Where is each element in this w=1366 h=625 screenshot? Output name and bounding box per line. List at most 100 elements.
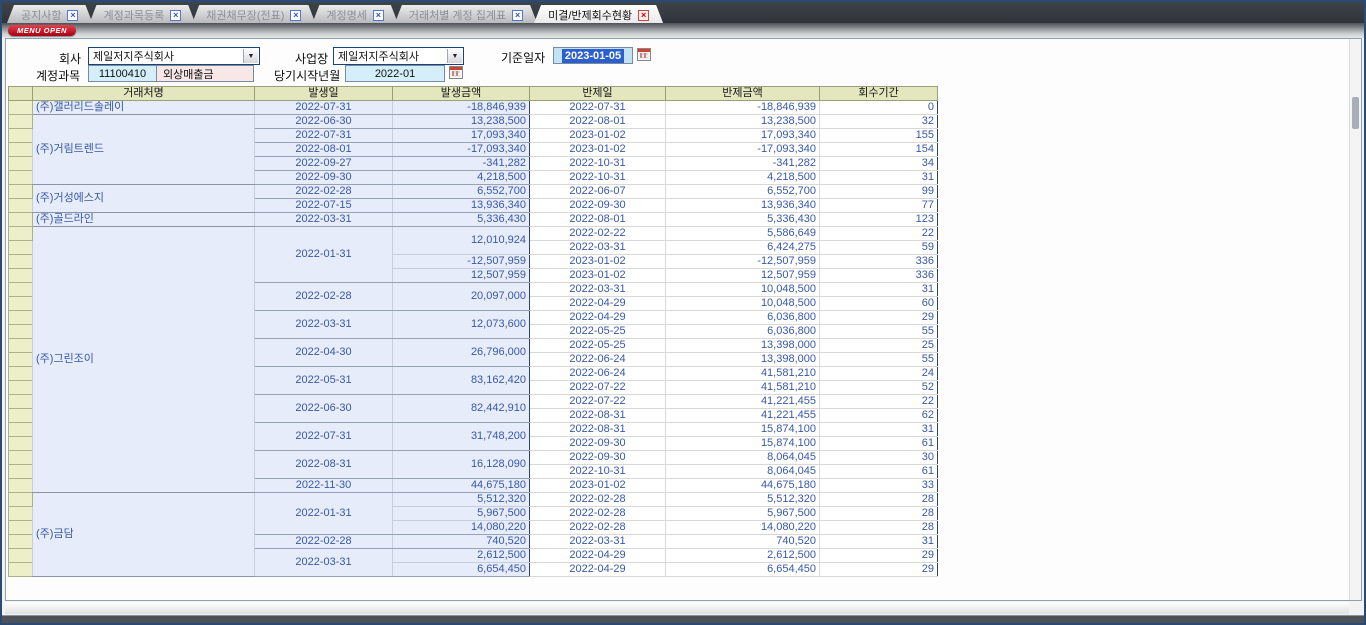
vertical-scrollbar-thumb[interactable] [1352, 97, 1359, 129]
row-selector[interactable] [9, 143, 33, 157]
settle-amount-cell[interactable]: 740,520 [666, 535, 820, 549]
tab-공지사항[interactable]: 공지사항× [7, 5, 92, 23]
occur-date-cell[interactable]: 2022-07-31 [255, 423, 393, 451]
settle-date-cell[interactable]: 2022-02-28 [530, 507, 666, 521]
settle-date-cell[interactable]: 2022-08-31 [530, 423, 666, 437]
row-selector[interactable] [9, 269, 33, 283]
settle-amount-cell[interactable]: 44,675,180 [666, 479, 820, 493]
settle-amount-cell[interactable]: 5,586,649 [666, 227, 820, 241]
row-selector[interactable] [9, 367, 33, 381]
settle-date-cell[interactable]: 2022-08-01 [530, 115, 666, 129]
calendar-icon[interactable] [449, 66, 463, 79]
settle-amount-cell[interactable]: 2,612,500 [666, 549, 820, 563]
occur-date-cell[interactable]: 2022-07-31 [255, 129, 393, 143]
row-selector[interactable] [9, 423, 33, 437]
account-code-field[interactable]: 11100410 [88, 65, 157, 82]
occur-amount-cell[interactable]: 83,162,420 [393, 367, 530, 395]
occur-date-cell[interactable]: 2022-09-30 [255, 171, 393, 185]
occur-amount-cell[interactable]: -341,282 [393, 157, 530, 171]
settle-date-cell[interactable]: 2022-09-30 [530, 437, 666, 451]
settle-amount-cell[interactable]: 13,398,000 [666, 353, 820, 367]
settle-date-cell[interactable]: 2022-06-24 [530, 367, 666, 381]
occur-amount-cell[interactable]: 31,748,200 [393, 423, 530, 451]
collect-days-cell[interactable]: 30 [820, 451, 938, 465]
close-icon[interactable]: × [638, 10, 649, 21]
occur-amount-cell[interactable]: 2,612,500 [393, 549, 530, 563]
collect-days-cell[interactable]: 29 [820, 563, 938, 577]
occur-date-cell[interactable]: 2022-05-31 [255, 367, 393, 395]
settle-date-cell[interactable]: 2022-08-31 [530, 409, 666, 423]
row-selector[interactable] [9, 479, 33, 493]
column-header-회수기간[interactable]: 회수기간 [820, 87, 938, 101]
collect-days-cell[interactable]: 77 [820, 199, 938, 213]
column-header-반제금액[interactable]: 반제금액 [666, 87, 820, 101]
occur-date-cell[interactable]: 2022-03-31 [255, 213, 393, 227]
settle-amount-cell[interactable]: -12,507,959 [666, 255, 820, 269]
settle-date-cell[interactable]: 2022-03-31 [530, 241, 666, 255]
settle-amount-cell[interactable]: 15,874,100 [666, 437, 820, 451]
row-selector[interactable] [9, 199, 33, 213]
settle-amount-cell[interactable]: 5,967,500 [666, 507, 820, 521]
column-header-거래처명[interactable]: 거래처명 [33, 87, 255, 101]
collect-days-cell[interactable]: 28 [820, 507, 938, 521]
collect-days-cell[interactable]: 155 [820, 129, 938, 143]
settle-date-cell[interactable]: 2022-06-07 [530, 185, 666, 199]
settle-date-cell[interactable]: 2022-09-30 [530, 199, 666, 213]
collect-days-cell[interactable]: 31 [820, 423, 938, 437]
settle-date-cell[interactable]: 2023-01-02 [530, 143, 666, 157]
occur-date-cell[interactable]: 2022-04-30 [255, 339, 393, 367]
row-selector[interactable] [9, 465, 33, 479]
settle-date-cell[interactable]: 2022-10-31 [530, 171, 666, 185]
settle-amount-cell[interactable]: -17,093,340 [666, 143, 820, 157]
row-selector[interactable] [9, 409, 33, 423]
settle-amount-cell[interactable]: 8,064,045 [666, 451, 820, 465]
occur-amount-cell[interactable]: 44,675,180 [393, 479, 530, 493]
collect-days-cell[interactable]: 61 [820, 437, 938, 451]
settle-date-cell[interactable]: 2022-10-31 [530, 465, 666, 479]
customer-name-cell[interactable]: (주)골드라인 [33, 213, 255, 227]
collect-days-cell[interactable]: 31 [820, 171, 938, 185]
settle-date-cell[interactable]: 2022-08-01 [530, 213, 666, 227]
occur-amount-cell[interactable]: 740,520 [393, 535, 530, 549]
occur-amount-cell[interactable]: 4,218,500 [393, 171, 530, 185]
occur-amount-cell[interactable]: 6,654,450 [393, 563, 530, 577]
settle-amount-cell[interactable]: 6,424,275 [666, 241, 820, 255]
occur-amount-cell[interactable]: 26,796,000 [393, 339, 530, 367]
occur-date-cell[interactable]: 2022-07-31 [255, 101, 393, 115]
row-selector[interactable] [9, 507, 33, 521]
settle-date-cell[interactable]: 2022-05-25 [530, 325, 666, 339]
settle-amount-cell[interactable]: 13,238,500 [666, 115, 820, 129]
occur-date-cell[interactable]: 2022-08-01 [255, 143, 393, 157]
occur-date-cell[interactable]: 2022-01-31 [255, 493, 393, 535]
occur-amount-cell[interactable]: 12,507,959 [393, 269, 530, 283]
close-icon[interactable]: × [67, 10, 78, 21]
row-selector[interactable] [9, 185, 33, 199]
collect-days-cell[interactable]: 28 [820, 493, 938, 507]
collect-days-cell[interactable]: 22 [820, 227, 938, 241]
row-selector[interactable] [9, 493, 33, 507]
column-header-반제일[interactable]: 반제일 [530, 87, 666, 101]
row-selector[interactable] [9, 339, 33, 353]
vertical-scrollbar[interactable] [1349, 39, 1361, 600]
row-selector[interactable] [9, 171, 33, 185]
tab-계정과목등록[interactable]: 계정과목등록× [89, 5, 195, 23]
occur-amount-cell[interactable]: 13,238,500 [393, 115, 530, 129]
collect-days-cell[interactable]: 123 [820, 213, 938, 227]
row-selector[interactable] [9, 381, 33, 395]
settle-amount-cell[interactable]: 4,218,500 [666, 171, 820, 185]
settle-amount-cell[interactable]: 5,512,320 [666, 493, 820, 507]
occur-date-cell[interactable]: 2022-02-28 [255, 283, 393, 311]
row-selector[interactable] [9, 241, 33, 255]
row-selector[interactable] [9, 255, 33, 269]
settle-amount-cell[interactable]: 15,874,100 [666, 423, 820, 437]
company-select[interactable]: 제일저지주식회사 ▼ [88, 47, 260, 65]
collect-days-cell[interactable]: 31 [820, 535, 938, 549]
account-name-field[interactable]: 외상매출금 [156, 65, 254, 82]
occur-date-cell[interactable]: 2022-06-30 [255, 115, 393, 129]
settle-amount-cell[interactable]: 5,336,430 [666, 213, 820, 227]
settle-amount-cell[interactable]: 8,064,045 [666, 465, 820, 479]
close-icon[interactable]: × [512, 10, 523, 21]
collect-days-cell[interactable]: 52 [820, 381, 938, 395]
occur-date-cell[interactable]: 2022-06-30 [255, 395, 393, 423]
occur-date-cell[interactable]: 2022-07-15 [255, 199, 393, 213]
